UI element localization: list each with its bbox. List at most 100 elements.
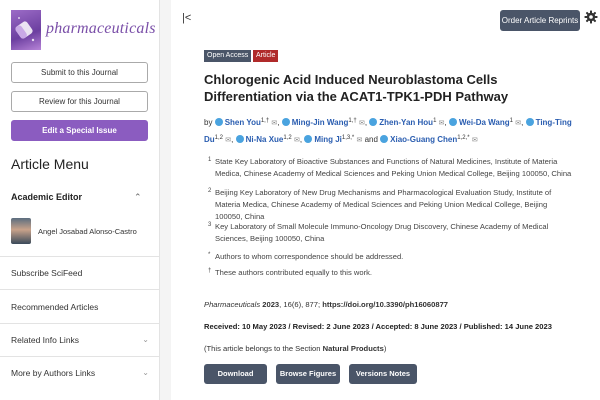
divider [0, 289, 159, 290]
chevron-down-icon: ⌄ [142, 335, 149, 344]
profile-icon [304, 135, 313, 143]
more-by-authors-toggle[interactable]: More by Authors Links ⌄ [11, 368, 149, 382]
author[interactable]: Zhen-Yan Hou1 ✉, [369, 118, 447, 127]
author-name: Xiao-Guang Chen [390, 135, 458, 144]
equal-contribution-note: † These authors contributed equally to t… [208, 267, 573, 279]
affiliation-number: * [208, 252, 211, 258]
publication-dates: Received: 10 May 2023 / Revised: 2 June … [204, 322, 552, 331]
chevron-up-icon[interactable]: ⌃ [134, 192, 142, 203]
affiliation-text: Key Laboratory of Small Molecule Immuno-… [215, 222, 549, 243]
divider [0, 356, 159, 357]
divider [0, 323, 159, 324]
author-name: Ni-Na Xue [245, 135, 284, 144]
profile-icon [369, 118, 378, 126]
author[interactable]: Ni-Na Xue1,2 ✉, [235, 135, 302, 144]
section-note: (This article belongs to the Section Nat… [204, 344, 589, 353]
author[interactable]: Xiao-Guang Chen1,2,* ✉ [380, 135, 478, 144]
email-icon[interactable]: ✉ [271, 120, 277, 127]
email-icon[interactable]: ✉ [439, 120, 445, 127]
author-affiliation-sup: 1,† [348, 118, 357, 124]
affiliation: 1 State Key Laboratory of Bioactive Subs… [208, 156, 573, 180]
review-for-journal-button[interactable]: Review for this Journal [11, 91, 148, 112]
chevron-down-icon: ⌄ [142, 368, 149, 377]
journal-brand[interactable]: pharmaceuticals [11, 10, 156, 54]
affiliation-number: † [208, 268, 212, 274]
email-icon[interactable]: ✉ [472, 137, 478, 144]
journal-name: pharmaceuticals [46, 20, 156, 37]
author-name: Zhen-Yan Hou [379, 118, 434, 127]
email-icon[interactable]: ✉ [359, 120, 365, 127]
affiliation: 2 Beijing Key Laboratory of New Drug Mec… [208, 187, 573, 223]
recommended-articles-link[interactable]: Recommended Articles [11, 302, 149, 316]
profile-icon [380, 135, 389, 143]
edit-special-issue-button[interactable]: Edit a Special Issue [11, 120, 148, 141]
author[interactable]: Ming-Jin Wang1,† ✉, [281, 118, 367, 127]
email-icon[interactable]: ✉ [515, 120, 521, 127]
author-name: Wei-Da Wang [458, 118, 510, 127]
author-list: by Shen You1,† ✉, Ming-Jin Wang1,† ✉, Zh… [204, 114, 589, 148]
affiliation: 3 Key Laboratory of Small Molecule Immun… [208, 221, 573, 245]
author-affiliation-sup: 1,2 [283, 135, 292, 141]
author[interactable]: Shen You1,† ✉, [214, 118, 280, 127]
email-icon[interactable]: ✉ [356, 137, 362, 144]
editor-avatar [11, 218, 31, 244]
profile-icon [235, 135, 244, 143]
affiliation-text: State Key Laboratory of Bioactive Substa… [215, 157, 572, 178]
author-name: Ming-Jin Wang [291, 118, 349, 127]
author-affiliation-sup: 1 [509, 118, 513, 124]
affiliation-text: These authors contributed equally to thi… [215, 268, 373, 277]
versions-notes-button[interactable]: Versions Notes [349, 364, 417, 384]
profile-icon [214, 118, 223, 126]
sidebar-link-label: More by Authors Links [11, 368, 96, 378]
profile-icon [281, 118, 290, 126]
affiliation-text: Beijing Key Laboratory of New Drug Mecha… [215, 188, 552, 221]
subscribe-scifeed-link[interactable]: Subscribe SciFeed [11, 268, 149, 282]
affiliation-number: 2 [208, 188, 212, 194]
affiliation-number: 3 [208, 222, 212, 228]
journal-logo-icon [11, 10, 41, 50]
gear-icon[interactable] [584, 10, 598, 24]
author-affiliation-sup: 1,3,* [341, 135, 355, 141]
sidebar-link-label: Recommended Articles [11, 302, 99, 312]
citation-volume-pages: , 16(6), 877; [279, 300, 321, 309]
author-affiliation-sup: 1 [433, 118, 437, 124]
profile-icon [448, 118, 457, 126]
author-affiliation-sup: 1,2,* [457, 135, 470, 141]
doi-link[interactable]: https://doi.org/10.3390/ph16060877 [322, 300, 448, 309]
download-button[interactable]: Download [204, 364, 267, 384]
divider [0, 256, 159, 257]
academic-editor-heading[interactable]: Academic Editor [11, 192, 82, 202]
sidebar-link-label: Subscribe SciFeed [11, 268, 83, 278]
open-access-badge[interactable]: Open Access [204, 50, 252, 62]
affiliation-text: Authors to whom correspondence should be… [215, 252, 404, 261]
article-type-badge: Article [253, 50, 279, 62]
author[interactable]: Wei-Da Wang1 ✉, [448, 118, 523, 127]
author-affiliation-sup: 1,2 [214, 135, 224, 141]
email-icon[interactable]: ✉ [294, 137, 300, 144]
citation-year: 2023 [262, 300, 280, 309]
author-name: Ming Ji [314, 135, 342, 144]
sidebar: pharmaceuticals Submit to this Journal R… [0, 0, 160, 400]
by-label: by [204, 118, 213, 127]
author-affiliation-sup: 1,† [260, 118, 270, 124]
sidebar-link-label: Related Info Links [11, 335, 80, 345]
browse-figures-button[interactable]: Browse Figures [276, 364, 340, 384]
article-main: |< Order Article Reprints Open Access Ar… [171, 0, 600, 400]
related-info-links-toggle[interactable]: Related Info Links ⌄ [11, 335, 149, 349]
article-title: Chlorogenic Acid Induced Neuroblastoma C… [204, 72, 509, 104]
profile-icon [525, 118, 534, 126]
editor-name-link[interactable]: Angel Josabad Alonso-Castro [38, 227, 137, 236]
journal-name-italic: Pharmaceuticals [204, 300, 261, 309]
author[interactable]: Ming Ji1,3,* ✉ [304, 135, 362, 144]
and-label: and [364, 135, 378, 144]
author-name: Shen You [224, 118, 261, 127]
article-menu-title: Article Menu [11, 156, 89, 172]
section-suffix: ) [383, 344, 387, 353]
order-reprints-button[interactable]: Order Article Reprints [500, 10, 580, 31]
section-prefix: (This article belongs to the Section [204, 344, 321, 353]
section-link[interactable]: Natural Products [323, 344, 384, 353]
collapse-left-icon[interactable]: |< [182, 12, 191, 24]
email-icon[interactable]: ✉ [225, 137, 231, 144]
submit-to-journal-button[interactable]: Submit to this Journal [11, 62, 148, 83]
affiliation-number: 1 [208, 157, 212, 163]
